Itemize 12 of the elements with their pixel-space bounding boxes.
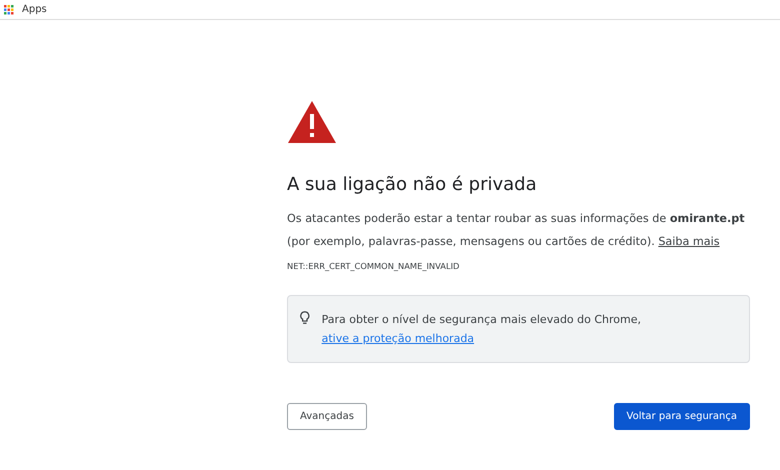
- enhanced-protection-link[interactable]: ative a proteção melhorada: [322, 332, 474, 345]
- advanced-button[interactable]: Avançadas: [287, 403, 367, 430]
- page-title: A sua ligação não é privada: [287, 174, 538, 195]
- tip-text: Para obter o nível de segurança mais elevado do Chrome, ative a proteção melhorada: [322, 312, 642, 347]
- bookmark-item[interactable]: Apps: [4, 4, 47, 15]
- warning-icon: [287, 100, 337, 144]
- explanation-text: Os atacantes poderão estar a tentar roubar as suas informações de omirante.pt (por exemplo, palavras-passe, mensagens ou cartões de crédito). Saiba mais: [287, 211, 746, 250]
- lightbulb-icon: [300, 310, 310, 326]
- apps-grid-icon: [4, 4, 14, 14]
- back-to-safety-button[interactable]: Voltar para segurança: [614, 403, 750, 430]
- error-code: NET::ERR_CERT_COMMON_NAME_INVALID: [287, 261, 460, 271]
- learn-more-link[interactable]: Saiba mais: [658, 235, 720, 248]
